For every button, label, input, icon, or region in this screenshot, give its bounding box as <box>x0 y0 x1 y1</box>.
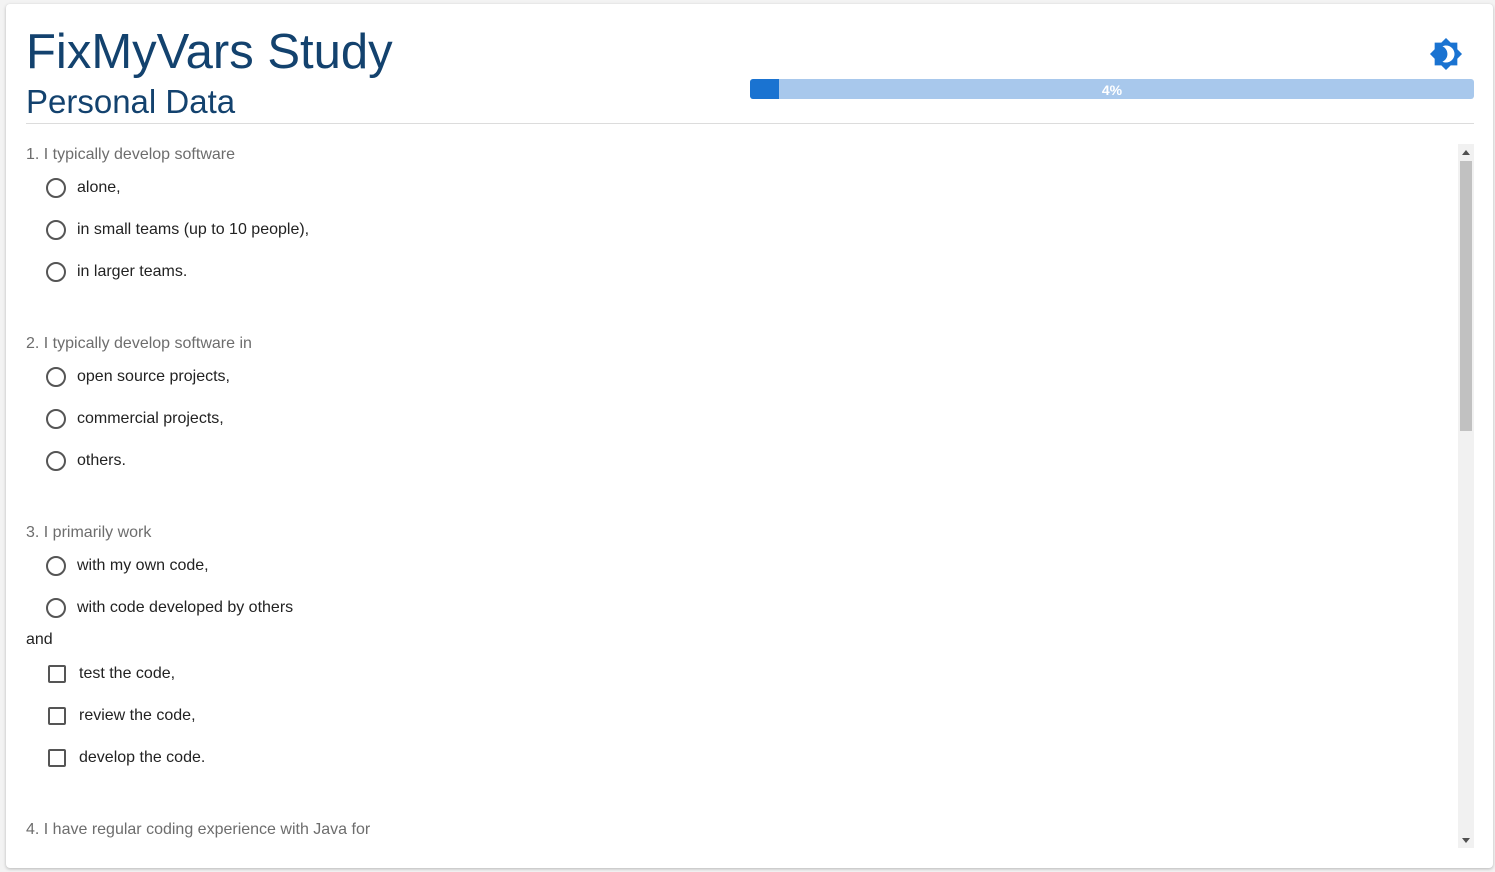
option-label: alone, <box>77 179 121 196</box>
option-own-code[interactable]: with my own code, <box>46 554 209 578</box>
option-label: commercial projects, <box>77 410 224 427</box>
option-label: others. <box>77 452 126 469</box>
option-label: with my own code, <box>77 557 209 574</box>
option-larger-teams[interactable]: in larger teams. <box>46 260 187 284</box>
content-scrollbar[interactable] <box>1458 144 1474 848</box>
survey-progress-bar: 4% <box>750 79 1474 99</box>
question-3-connector: and <box>26 631 53 648</box>
option-label: in small teams (up to 10 people), <box>77 221 310 238</box>
option-small-teams[interactable]: in small teams (up to 10 people), <box>46 218 309 242</box>
checkbox-develop-code[interactable]: develop the code. <box>46 746 205 770</box>
option-label: open source projects, <box>77 368 230 385</box>
radio-button[interactable] <box>46 556 66 576</box>
option-others[interactable]: others. <box>46 449 126 473</box>
radio-button[interactable] <box>46 220 66 240</box>
progress-label: 4% <box>1101 82 1123 98</box>
checkbox[interactable] <box>48 707 66 725</box>
page-subtitle: Personal Data <box>26 83 236 120</box>
radio-button[interactable] <box>46 178 66 198</box>
radio-button[interactable] <box>46 367 66 387</box>
question-2-label: 2. I typically develop software in <box>26 335 252 352</box>
option-label: develop the code. <box>79 749 206 766</box>
radio-button[interactable] <box>46 409 66 429</box>
question-1-label: 1. I typically develop software <box>26 146 235 163</box>
scroll-down-arrow-icon[interactable] <box>1458 832 1474 848</box>
radio-button[interactable] <box>46 262 66 282</box>
option-label: with code developed by others <box>77 599 294 616</box>
checkbox-test-code[interactable]: test the code, <box>46 662 175 686</box>
option-label: in larger teams. <box>77 263 188 280</box>
option-label: test the code, <box>79 665 176 682</box>
option-open-source[interactable]: open source projects, <box>46 365 230 389</box>
theme-toggle-button[interactable] <box>1429 37 1463 71</box>
scrollbar-thumb[interactable] <box>1460 161 1472 431</box>
survey-card: FixMyVars Study Personal Data 4% 1. I ty… <box>6 4 1493 868</box>
option-label: review the code, <box>79 707 196 724</box>
header-divider <box>26 123 1474 124</box>
question-3-label: 3. I primarily work <box>26 524 152 541</box>
questionnaire: 1. I typically develop software alone, i… <box>26 144 1456 848</box>
checkbox[interactable] <box>48 749 66 767</box>
radio-button[interactable] <box>46 451 66 471</box>
scroll-up-arrow-icon[interactable] <box>1458 144 1474 160</box>
option-alone[interactable]: alone, <box>46 176 121 200</box>
app-title: FixMyVars Study <box>26 25 393 79</box>
checkbox[interactable] <box>48 665 66 683</box>
option-others-code[interactable]: with code developed by others <box>46 596 293 620</box>
question-4-label: 4. I have regular coding experience with… <box>26 821 371 838</box>
option-commercial[interactable]: commercial projects, <box>46 407 224 431</box>
brightness-icon <box>1429 37 1463 71</box>
radio-button[interactable] <box>46 598 66 618</box>
checkbox-review-code[interactable]: review the code, <box>46 704 196 728</box>
